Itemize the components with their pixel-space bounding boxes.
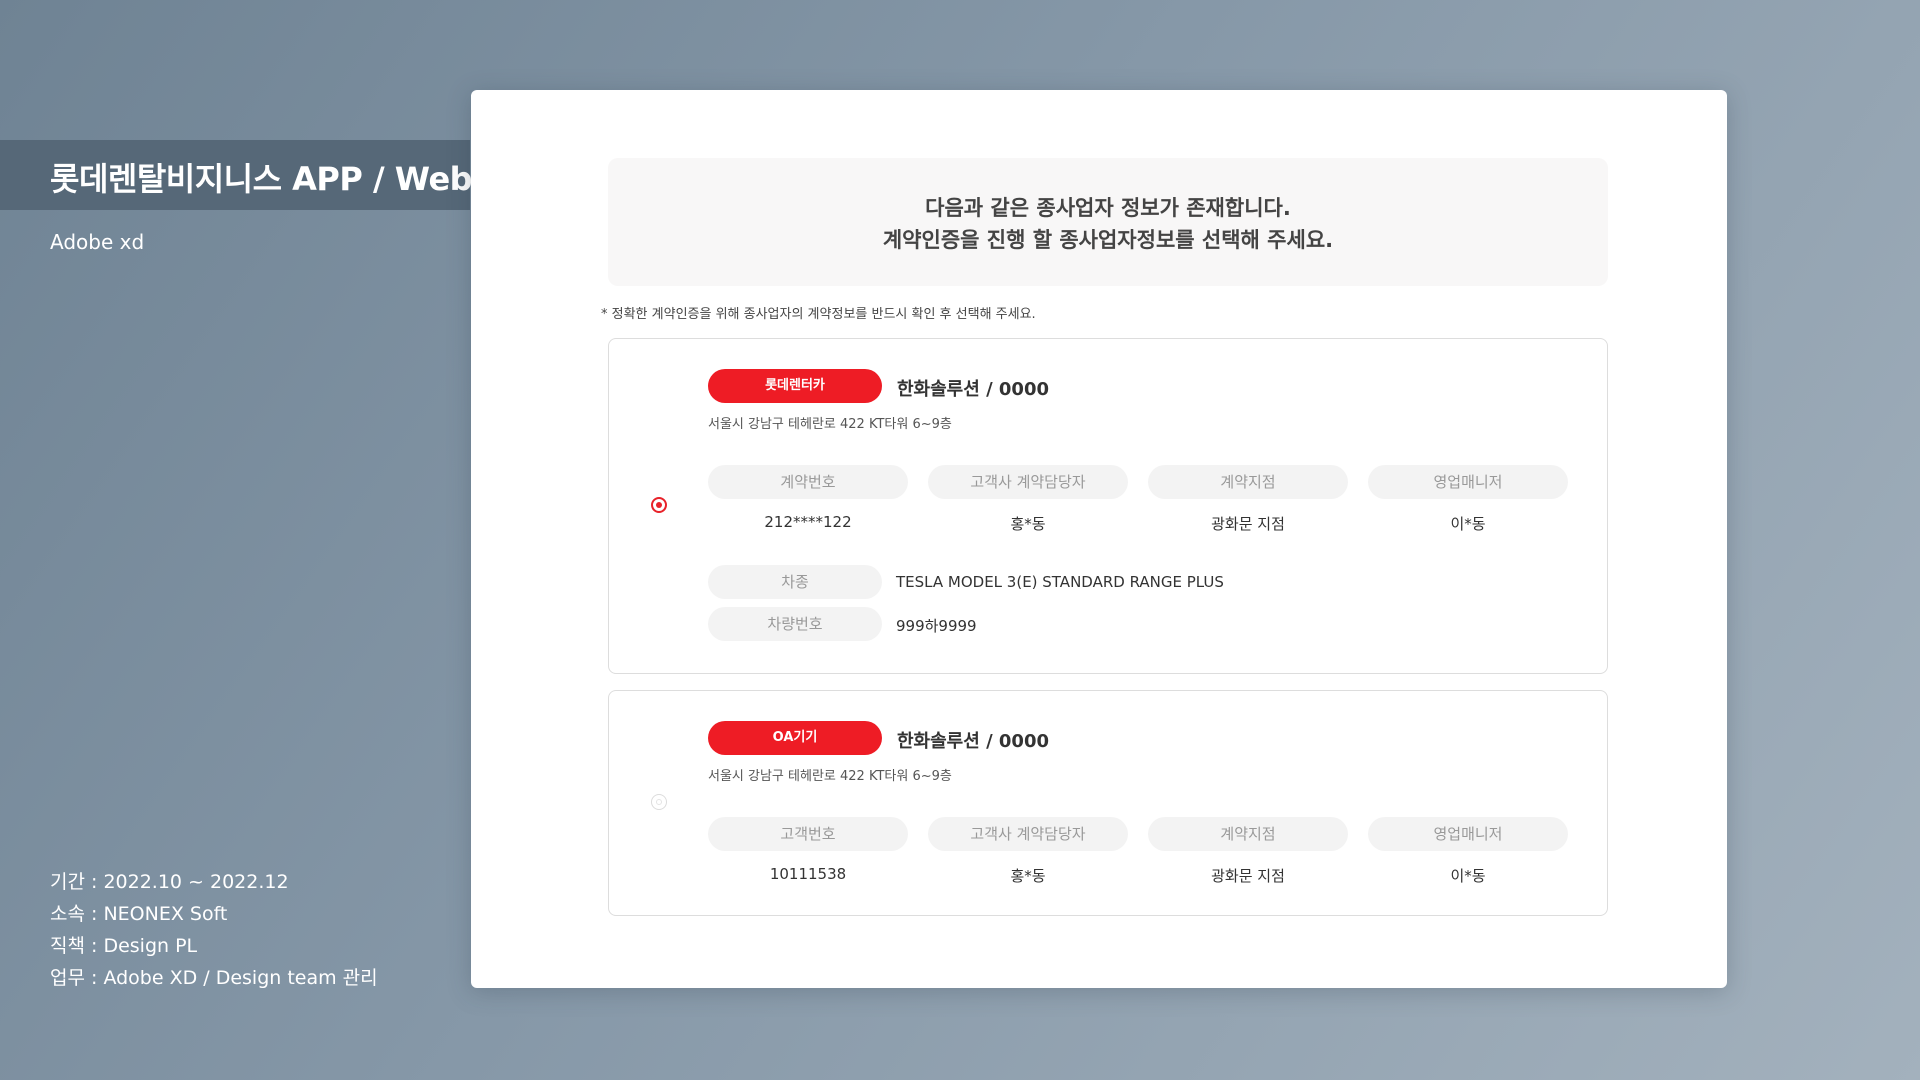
spec-label-car-model: 차종 bbox=[708, 565, 882, 599]
mockup-panel: 다음과 같은 종사업자 정보가 존재합니다. 계약인증을 진행 할 종사업자정보… bbox=[471, 90, 1727, 988]
field-value-branch: 광화문 지점 bbox=[1211, 515, 1285, 533]
field-label-sales-manager: 영업매니저 bbox=[1368, 465, 1568, 499]
field-label-branch: 계약지점 bbox=[1148, 465, 1348, 499]
field-label-branch: 계약지점 bbox=[1148, 817, 1348, 851]
company-address: 서울시 강남구 테헤란로 422 KT타워 6~9층 bbox=[708, 769, 952, 784]
field-label-contract-number: 계약번호 bbox=[708, 465, 908, 499]
brand-badge: 롯데렌터카 bbox=[708, 369, 882, 403]
field-label-customer-number: 고객번호 bbox=[708, 817, 908, 851]
portfolio-tool: Adobe xd bbox=[50, 230, 145, 254]
project-role: 직책 : Design PL bbox=[50, 935, 198, 957]
selection-hint: * 정확한 계약인증을 위해 종사업자의 계약정보를 반드시 확인 후 선택해 … bbox=[601, 307, 1036, 322]
notice-line-1: 다음과 같은 종사업자 정보가 존재합니다. bbox=[925, 196, 1291, 220]
notice-line-2: 계약인증을 진행 할 종사업자정보를 선택해 주세요. bbox=[882, 228, 1334, 252]
field-label-sales-manager: 영업매니저 bbox=[1368, 817, 1568, 851]
field-value-customer-contact: 홍*동 bbox=[1010, 515, 1046, 533]
business-card-1[interactable]: 롯데렌터카 한화솔루션 / 0000 서울시 강남구 테헤란로 422 KT타워… bbox=[608, 338, 1608, 674]
field-value-branch: 광화문 지점 bbox=[1211, 867, 1285, 885]
field-value-sales-manager: 이*동 bbox=[1450, 867, 1486, 885]
field-label-customer-contact: 고객사 계약담당자 bbox=[928, 817, 1128, 851]
portfolio-title: 롯데렌탈비지니스 APP / Web bbox=[50, 160, 473, 198]
company-name: 한화솔루션 / 0000 bbox=[897, 379, 1050, 400]
project-period: 기간 : 2022.10 ~ 2022.12 bbox=[50, 871, 289, 893]
select-radio-2[interactable] bbox=[651, 794, 667, 810]
project-info: 기간 : 2022.10 ~ 2022.12 소속 : NEONEX Soft … bbox=[50, 866, 378, 994]
field-label-customer-contact: 고객사 계약담당자 bbox=[928, 465, 1128, 499]
company-address: 서울시 강남구 테헤란로 422 KT타워 6~9층 bbox=[708, 417, 952, 432]
business-card-2[interactable]: OA기기 한화솔루션 / 0000 서울시 강남구 테헤란로 422 KT타워 … bbox=[608, 690, 1608, 916]
company-name: 한화솔루션 / 0000 bbox=[897, 731, 1050, 752]
field-value-sales-manager: 이*동 bbox=[1450, 515, 1486, 533]
notice-box: 다음과 같은 종사업자 정보가 존재합니다. 계약인증을 진행 할 종사업자정보… bbox=[608, 158, 1608, 286]
project-company: 소속 : NEONEX Soft bbox=[50, 903, 228, 925]
project-task: 업무 : Adobe XD / Design team 관리 bbox=[50, 967, 378, 989]
select-radio-1[interactable] bbox=[651, 497, 667, 513]
spec-label-plate-number: 차량번호 bbox=[708, 607, 882, 641]
spec-value-car-model: TESLA MODEL 3(E) STANDARD RANGE PLUS bbox=[896, 573, 1224, 591]
field-value-customer-contact: 홍*동 bbox=[1010, 867, 1046, 885]
spec-value-plate-number: 999하9999 bbox=[896, 617, 977, 635]
brand-badge: OA기기 bbox=[708, 721, 882, 755]
field-value-customer-number: 10111538 bbox=[769, 865, 847, 883]
field-value-contract-number: 212****122 bbox=[764, 513, 852, 531]
